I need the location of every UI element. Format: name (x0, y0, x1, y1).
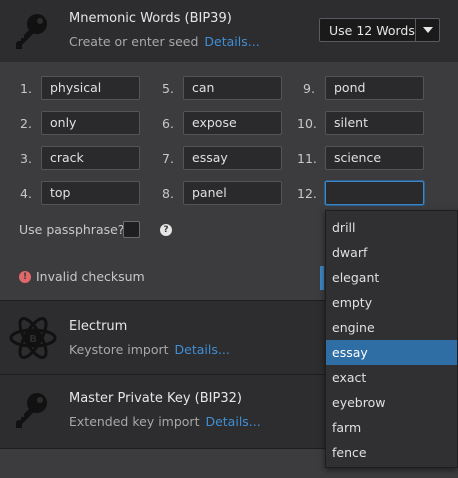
svg-text:B: B (29, 334, 37, 345)
word-count-select[interactable]: Use 12 Words (319, 18, 440, 42)
suggestion-item-selected[interactable]: essay (326, 340, 457, 365)
word-input-2[interactable]: only (41, 111, 140, 135)
word-input-11[interactable]: science (325, 146, 424, 170)
word-input-10[interactable]: silent (325, 111, 424, 135)
suggestion-item[interactable]: empty (326, 290, 457, 315)
word-input-6[interactable]: expose (183, 111, 282, 135)
passphrase-label: Use passphrase? (19, 222, 125, 237)
word-input-7[interactable]: essay (183, 146, 282, 170)
key-icon (16, 393, 47, 428)
word-input-12[interactable] (325, 181, 424, 205)
bip39-subtitle-text: Create or enter seed (69, 34, 199, 49)
electrum-details-link[interactable]: Details... (175, 342, 230, 357)
bip32-subtitle-text: Extended key import (69, 414, 200, 429)
bip32-details-link[interactable]: Details... (205, 414, 260, 429)
word-number: 9. (303, 81, 315, 96)
word-number: 6. (162, 116, 174, 131)
checksum-error-text: Invalid checksum (36, 269, 145, 284)
word-number: 1. (20, 81, 32, 96)
import-button[interactable] (320, 266, 324, 290)
suggestion-item[interactable]: engine (326, 315, 457, 340)
error-icon: ! (19, 271, 31, 283)
word-input-1[interactable]: physical (41, 76, 140, 100)
bip39-details-link[interactable]: Details... (204, 34, 259, 49)
word-number: 5. (162, 81, 174, 96)
word-number: 10. (297, 116, 317, 131)
keystore-import-page: Mnemonic Words (BIP39) Create or enter s… (0, 0, 458, 478)
word-input-4[interactable]: top (41, 181, 140, 205)
word-number: 8. (162, 186, 174, 201)
suggestion-item[interactable]: drill (326, 215, 457, 240)
help-icon[interactable]: ? (160, 224, 172, 236)
suggestion-item[interactable]: fence (326, 440, 457, 465)
bip32-subtitle: Extended key import Details... (69, 414, 261, 429)
word-suggestions-dropdown: drill dwarf elegant empty engine essay e… (325, 210, 458, 468)
word-number: 12. (297, 186, 317, 201)
electrum-subtitle: Keystore import Details... (69, 342, 230, 357)
word-input-3[interactable]: crack (41, 146, 140, 170)
suggestion-item[interactable]: exact (326, 365, 457, 390)
suggestion-item[interactable]: dwarf (326, 240, 457, 265)
word-input-8[interactable]: panel (183, 181, 282, 205)
word-input-5[interactable]: can (183, 76, 282, 100)
word-number: 11. (297, 151, 317, 166)
suggestion-item[interactable]: eyebrow (326, 390, 457, 415)
electrum-subtitle-text: Keystore import (69, 342, 169, 357)
select-divider (415, 19, 416, 41)
bip39-section: Mnemonic Words (BIP39) Create or enter s… (0, 0, 458, 62)
suggestion-item[interactable]: elegant (326, 265, 457, 290)
word-number: 4. (20, 186, 32, 201)
passphrase-checkbox[interactable] (123, 221, 140, 238)
word-input-9[interactable]: pond (325, 76, 424, 100)
word-number: 3. (20, 151, 32, 166)
electrum-atom-icon: B (9, 317, 57, 359)
bip39-title: Mnemonic Words (BIP39) (69, 11, 232, 26)
suggestion-item[interactable]: farm (326, 415, 457, 440)
word-count-label: Use 12 Words (329, 23, 415, 38)
word-number: 7. (162, 151, 174, 166)
electrum-title: Electrum (69, 319, 128, 334)
key-icon (16, 14, 47, 49)
bip39-subtitle: Create or enter seed Details... (69, 34, 260, 49)
bip32-title: Master Private Key (BIP32) (69, 391, 242, 406)
word-number: 2. (20, 116, 32, 131)
chevron-down-icon[interactable] (423, 27, 433, 33)
